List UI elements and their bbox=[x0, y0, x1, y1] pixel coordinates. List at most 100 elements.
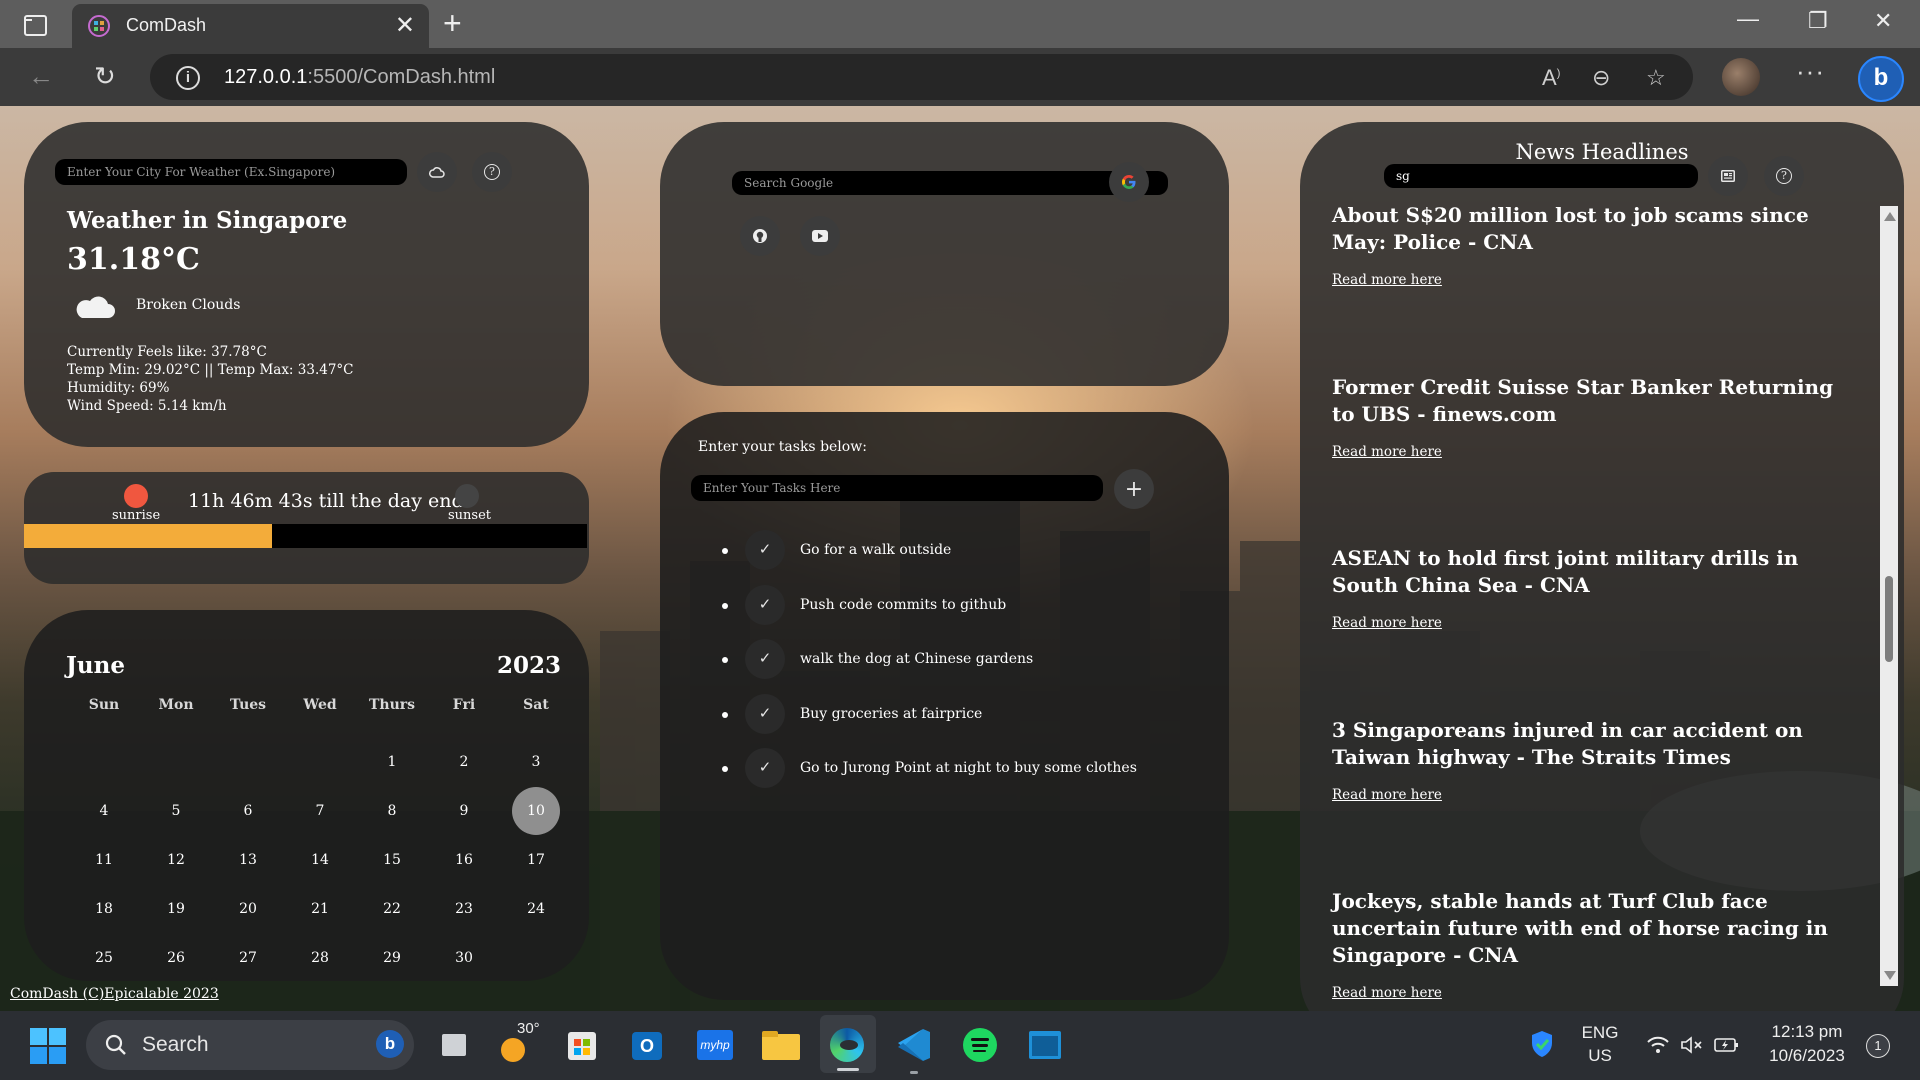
calendar-day[interactable]: 27 bbox=[224, 934, 272, 982]
sunrise-label: sunrise bbox=[112, 508, 161, 523]
read-more-link[interactable]: Read more here bbox=[1332, 787, 1852, 803]
news-country-input[interactable] bbox=[1384, 164, 1698, 188]
calendar-day[interactable]: 13 bbox=[224, 836, 272, 884]
read-more-link[interactable]: Read more here bbox=[1332, 272, 1852, 288]
check-icon[interactable]: ✓ bbox=[745, 584, 785, 625]
calendar-day[interactable]: 2 bbox=[440, 738, 488, 786]
calendar-day[interactable]: 6 bbox=[224, 787, 272, 835]
address-bar[interactable]: i 127.0.0.1:5500/ComDash.html A) ⊖ ☆ bbox=[150, 54, 1693, 100]
task-text: Go to Jurong Point at night to buy some … bbox=[800, 760, 1137, 776]
edge-browser-icon[interactable] bbox=[828, 1026, 866, 1064]
calendar-day[interactable]: 25 bbox=[80, 934, 128, 982]
footer-copyright-link[interactable]: ComDash (C)Epicalable 2023 bbox=[10, 986, 219, 1002]
check-icon[interactable]: ✓ bbox=[745, 639, 785, 679]
restore-icon[interactable]: ❐ bbox=[1808, 8, 1828, 34]
volume-muted-icon[interactable] bbox=[1680, 1035, 1704, 1055]
read-more-link[interactable]: Read more here bbox=[1332, 615, 1852, 631]
close-tab-icon[interactable]: ✕ bbox=[395, 11, 415, 40]
vscode-icon[interactable] bbox=[895, 1026, 933, 1064]
add-task-button[interactable]: + bbox=[1114, 469, 1154, 509]
calendar-day[interactable]: 11 bbox=[80, 836, 128, 884]
language-indicator[interactable]: ENG US bbox=[1572, 1021, 1628, 1067]
github-button[interactable] bbox=[740, 216, 780, 256]
google-search-input[interactable] bbox=[732, 171, 1168, 195]
notification-badge[interactable]: 1 bbox=[1866, 1034, 1890, 1058]
profile-avatar[interactable] bbox=[1722, 58, 1760, 96]
site-info-icon[interactable]: i bbox=[176, 66, 200, 90]
calendar-day[interactable]: 19 bbox=[152, 885, 200, 933]
bing-copilot-icon[interactable]: b bbox=[1858, 56, 1904, 102]
weather-search-button[interactable] bbox=[417, 152, 457, 192]
cloud-icon bbox=[429, 167, 445, 178]
scroll-down-icon[interactable] bbox=[1884, 971, 1896, 980]
window-close-icon[interactable]: ✕ bbox=[1874, 8, 1892, 34]
news-search-button[interactable] bbox=[1708, 156, 1748, 196]
scrollbar-thumb[interactable] bbox=[1885, 576, 1893, 662]
calendar-day[interactable]: 15 bbox=[368, 836, 416, 884]
calendar-day[interactable]: 12 bbox=[152, 836, 200, 884]
microsoft-store-icon[interactable] bbox=[564, 1026, 602, 1064]
calendar-day[interactable]: 1 bbox=[368, 738, 416, 786]
weather-widget: ? Weather in Singapore 31.18°C Broken Cl… bbox=[24, 122, 589, 447]
check-icon[interactable]: ✓ bbox=[745, 693, 785, 734]
calendar-day[interactable]: 5 bbox=[152, 787, 200, 835]
calendar-day-today[interactable]: 10 bbox=[512, 787, 560, 835]
calendar-day[interactable]: 8 bbox=[368, 787, 416, 835]
calendar-day[interactable]: 14 bbox=[296, 836, 344, 884]
calendar-day[interactable]: 7 bbox=[296, 787, 344, 835]
calendar-day[interactable]: 24 bbox=[512, 885, 560, 933]
myhp-icon[interactable]: myhp bbox=[697, 1026, 735, 1064]
browser-tab-comdash[interactable]: ComDash ✕ bbox=[72, 4, 429, 48]
outlook-icon[interactable]: O bbox=[630, 1026, 668, 1064]
favorite-add-icon[interactable]: ☆ bbox=[1646, 65, 1666, 91]
calendar-weekday: Thurs bbox=[368, 697, 416, 713]
refresh-icon[interactable]: ↻ bbox=[94, 61, 116, 92]
zoom-out-icon[interactable]: ⊖ bbox=[1592, 65, 1610, 91]
scroll-up-icon[interactable] bbox=[1884, 212, 1896, 221]
youtube-button[interactable] bbox=[800, 216, 840, 256]
weather-widget-icon[interactable]: 30° bbox=[499, 1020, 540, 1064]
calendar-day[interactable]: 16 bbox=[440, 836, 488, 884]
calendar-day[interactable]: 4 bbox=[80, 787, 128, 835]
calendar-day[interactable]: 30 bbox=[440, 934, 488, 982]
security-shield-icon[interactable] bbox=[1530, 1030, 1554, 1058]
check-icon[interactable]: ✓ bbox=[745, 530, 785, 570]
taskbar-clock[interactable]: 12:13 pm 10/6/2023 bbox=[1752, 1020, 1862, 1068]
taskbar-search[interactable]: Search b bbox=[86, 1020, 414, 1070]
calendar-day[interactable]: 9 bbox=[440, 787, 488, 835]
calendar-day[interactable]: 23 bbox=[440, 885, 488, 933]
calendar-day[interactable]: 3 bbox=[512, 738, 560, 786]
wifi-icon[interactable] bbox=[1646, 1035, 1670, 1055]
check-icon[interactable]: ✓ bbox=[745, 748, 785, 788]
more-options-icon[interactable]: ··· bbox=[1796, 56, 1825, 87]
windows-start-icon[interactable] bbox=[29, 1027, 67, 1065]
file-explorer-icon[interactable] bbox=[762, 1026, 800, 1064]
browser-titlebar: ComDash ✕ + — ❐ ✕ bbox=[0, 0, 1920, 48]
app-window-icon[interactable] bbox=[1026, 1026, 1064, 1064]
read-more-link[interactable]: Read more here bbox=[1332, 985, 1852, 1001]
read-more-link[interactable]: Read more here bbox=[1332, 444, 1852, 460]
calendar-day[interactable]: 28 bbox=[296, 934, 344, 982]
new-tab-icon[interactable]: + bbox=[443, 5, 462, 42]
calendar-day[interactable]: 26 bbox=[152, 934, 200, 982]
calendar-day[interactable]: 17 bbox=[512, 836, 560, 884]
calendar-day[interactable]: 18 bbox=[80, 885, 128, 933]
back-icon[interactable]: ← bbox=[28, 61, 54, 92]
task-input[interactable] bbox=[691, 475, 1103, 501]
calendar-day[interactable]: 21 bbox=[296, 885, 344, 933]
battery-charging-icon[interactable] bbox=[1714, 1035, 1740, 1055]
task-view-icon[interactable] bbox=[436, 1026, 474, 1064]
tab-actions-icon[interactable] bbox=[20, 10, 48, 38]
calendar-day[interactable]: 20 bbox=[224, 885, 272, 933]
news-scrollbar[interactable] bbox=[1880, 206, 1898, 986]
calendar-day[interactable]: 22 bbox=[368, 885, 416, 933]
calendar-day[interactable]: 29 bbox=[368, 934, 416, 982]
spotify-icon[interactable] bbox=[961, 1026, 999, 1064]
google-search-button[interactable] bbox=[1109, 162, 1149, 202]
city-input[interactable] bbox=[55, 159, 407, 185]
news-list[interactable]: About S$20 million lost to job scams sin… bbox=[1300, 202, 1904, 1011]
minimize-icon[interactable]: — bbox=[1737, 6, 1759, 32]
weather-help-button[interactable]: ? bbox=[472, 152, 512, 192]
read-aloud-icon[interactable]: A) bbox=[1542, 65, 1560, 91]
news-help-button[interactable]: ? bbox=[1764, 156, 1804, 196]
